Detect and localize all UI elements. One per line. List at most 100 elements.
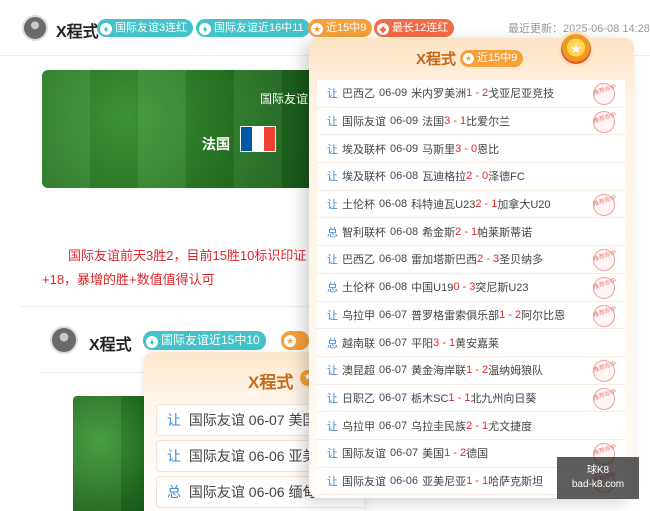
away-team: 帕莱斯蒂诺 bbox=[477, 226, 533, 239]
match-score: 3 - 1 bbox=[433, 336, 456, 349]
away-team: 泽德FC bbox=[488, 171, 525, 184]
league-name: 巴西乙 bbox=[342, 254, 375, 267]
league-name: 国际友谊 bbox=[342, 475, 386, 488]
league-name: 土伦杯 bbox=[342, 282, 375, 295]
record-row[interactable]: 让国际友谊 06-09 法国 3 - 1 比爱尔兰 推荐命中 bbox=[317, 107, 625, 136]
match-date: 06-07 bbox=[379, 419, 408, 432]
hit-stamp-icon: 推荐命中 bbox=[590, 80, 618, 108]
record-row[interactable]: 让澳昆超 06-07 黄金海岸联 1 - 2 温纳姆狼队 推荐命中 bbox=[317, 356, 625, 385]
handicap-tag: 让 bbox=[167, 412, 181, 428]
match-date: 06-07 bbox=[390, 447, 419, 460]
handicap-tag: 让 bbox=[327, 309, 338, 322]
league-name: 乌拉甲 bbox=[342, 420, 375, 433]
match-date: 06-06 bbox=[390, 474, 419, 487]
star-icon: ★ bbox=[463, 53, 474, 64]
home-team: 米内罗美洲 bbox=[411, 88, 467, 101]
home-team: 普罗格雷索俱乐部 bbox=[411, 309, 500, 322]
home-team: 雷加塔斯巴西 bbox=[411, 254, 478, 267]
record-row[interactable]: 让乌拉甲 06-07 乌拉圭民族 2 - 1 尤文捷度 bbox=[317, 412, 625, 440]
author-name[interactable]: X程式 bbox=[89, 331, 132, 355]
match-date: 06-07 bbox=[379, 308, 408, 321]
away-team: 戈亚尼亚竞技 bbox=[488, 88, 555, 101]
flame-icon: ♦ bbox=[146, 336, 158, 348]
match-score: 1 - 2 bbox=[466, 364, 489, 377]
popup-title: X程式 bbox=[416, 51, 457, 68]
divider bbox=[20, 306, 320, 307]
match-date: 06-08 bbox=[390, 225, 419, 238]
record-row[interactable]: 总土伦杯 06-08 中国U19 0 - 3 突尼斯U23 推荐命中 bbox=[317, 273, 625, 302]
home-team: 亚美尼亚 bbox=[422, 475, 467, 488]
record-row[interactable]: 让日职乙 06-07 栃木SC 1 - 1 北九州向日葵 推荐命中 bbox=[317, 384, 625, 413]
hit-stamp-icon: 推荐命中 bbox=[590, 301, 618, 330]
match-score: 2 - 0 bbox=[466, 170, 489, 183]
streak-badge: ♦ 国际友谊近15中10 bbox=[143, 331, 266, 350]
site-watermark: 球K8 bad-k8.com bbox=[557, 457, 639, 499]
record-row[interactable]: 总智利联杯 06-08 希金斯 2 - 1 帕莱斯蒂诺 bbox=[317, 218, 625, 247]
streak-badge: ♦ 国际友谊近16中11 bbox=[196, 19, 310, 37]
home-team: 栃木SC bbox=[411, 392, 449, 405]
match-banner: 国际友谊 法国 bbox=[42, 70, 322, 188]
record-row[interactable]: 让巴西乙 06-09 米内罗美洲 1 - 2 戈亚尼亚竞技 推荐命中 bbox=[317, 80, 625, 108]
league-name: 埃及联杯 bbox=[342, 171, 386, 184]
away-team: 恩比 bbox=[477, 143, 500, 156]
match-date: 06-08 bbox=[379, 253, 408, 266]
record-row[interactable]: 让巴西乙 06-08 雷加塔斯巴西 2 - 3 圣贝纳多 推荐命中 bbox=[317, 246, 625, 274]
match-title: 国际友谊 bbox=[260, 92, 309, 106]
popup-title: X程式 bbox=[248, 373, 294, 392]
streak-badge: ♦ 国际友谊3连红 bbox=[97, 19, 194, 37]
total-tag: 总 bbox=[327, 337, 338, 350]
record-row[interactable]: 让乌拉甲 06-07 普罗格雷索俱乐部 1 - 2 阿尔比恩 推荐命中 bbox=[317, 301, 625, 330]
league-name: 乌拉甲 bbox=[342, 309, 375, 322]
home-team: 希金斯 bbox=[422, 226, 456, 239]
league-name: 澳昆超 bbox=[342, 365, 375, 378]
handicap-tag: 让 bbox=[167, 448, 181, 464]
article-line: 国际友谊前天3胜2，目前15胜10标识印证 bbox=[68, 248, 307, 263]
handicap-tag: 让 bbox=[327, 365, 338, 378]
flame-icon: ♦ bbox=[100, 23, 112, 35]
away-team: 尤文捷度 bbox=[488, 420, 533, 433]
avatar[interactable] bbox=[50, 326, 78, 354]
away-team: 北九州向日葵 bbox=[470, 392, 537, 405]
team-name: 法国 bbox=[202, 136, 230, 152]
match-score: 3 - 0 bbox=[455, 142, 478, 155]
match-date: 06-07 bbox=[379, 336, 408, 349]
home-team: 乌拉圭民族 bbox=[411, 420, 467, 433]
league-name: 国际友谊 bbox=[342, 116, 386, 129]
home-team: 法国 bbox=[422, 116, 445, 129]
streak-badge: ◆ 最长12连红 bbox=[374, 19, 455, 37]
away-team: 阿尔比恩 bbox=[521, 309, 566, 322]
record-row[interactable]: 让土伦杯 06-08 科特迪瓦U23 2 - 1 加拿大U20 推荐命中 bbox=[317, 190, 625, 219]
star-icon: ★ bbox=[284, 335, 296, 347]
away-team: 加拿大U20 bbox=[497, 199, 551, 212]
match-score: 3 - 1 bbox=[444, 115, 467, 128]
record-row[interactable]: 让埃及联杯 06-08 瓦迪格拉 2 - 0 泽德FC bbox=[317, 163, 625, 191]
france-flag-icon bbox=[240, 126, 276, 152]
record-row[interactable]: 让埃及联杯 06-09 马斯里 3 - 0 恩比 bbox=[317, 135, 625, 164]
away-team: 黄安嘉莱 bbox=[455, 337, 500, 350]
handicap-tag: 让 bbox=[327, 475, 338, 488]
match-date: 06-09 bbox=[379, 87, 408, 100]
handicap-tag: 让 bbox=[327, 116, 338, 129]
match-score: 1 - 1 bbox=[448, 391, 471, 404]
away-team: 哈萨克斯坦 bbox=[488, 475, 544, 488]
total-tag: 总 bbox=[167, 484, 181, 500]
avatar[interactable] bbox=[22, 15, 48, 41]
article-line: +18，暴增的胜+数值值得认可 bbox=[42, 272, 215, 287]
streak-badge: ★ 近15中9 bbox=[308, 19, 373, 37]
away-team: 比爱尔兰 bbox=[466, 116, 511, 129]
handicap-tag: 让 bbox=[327, 88, 338, 101]
away-team: 温纳姆狼队 bbox=[488, 365, 544, 378]
match-date: 06-09 bbox=[390, 115, 419, 128]
home-team: 马斯里 bbox=[422, 143, 456, 156]
hit-stamp-icon: 推荐命中 bbox=[590, 357, 618, 385]
match-date: 06-07 bbox=[379, 364, 408, 377]
match-date: 06-07 bbox=[379, 391, 408, 404]
author-name[interactable]: X程式 bbox=[56, 18, 99, 42]
match-score: 0 - 3 bbox=[453, 281, 476, 294]
record-row[interactable]: 总越南联 06-07 平阳 3 - 1 黄安嘉莱 bbox=[317, 329, 625, 357]
total-tag: 总 bbox=[327, 226, 338, 239]
handicap-tag: 让 bbox=[327, 199, 338, 212]
match-score: 2 - 1 bbox=[466, 419, 489, 432]
hit-rate-badge: ★ 近15中9 bbox=[460, 50, 524, 67]
home-team: 黄金海岸联 bbox=[411, 365, 467, 378]
